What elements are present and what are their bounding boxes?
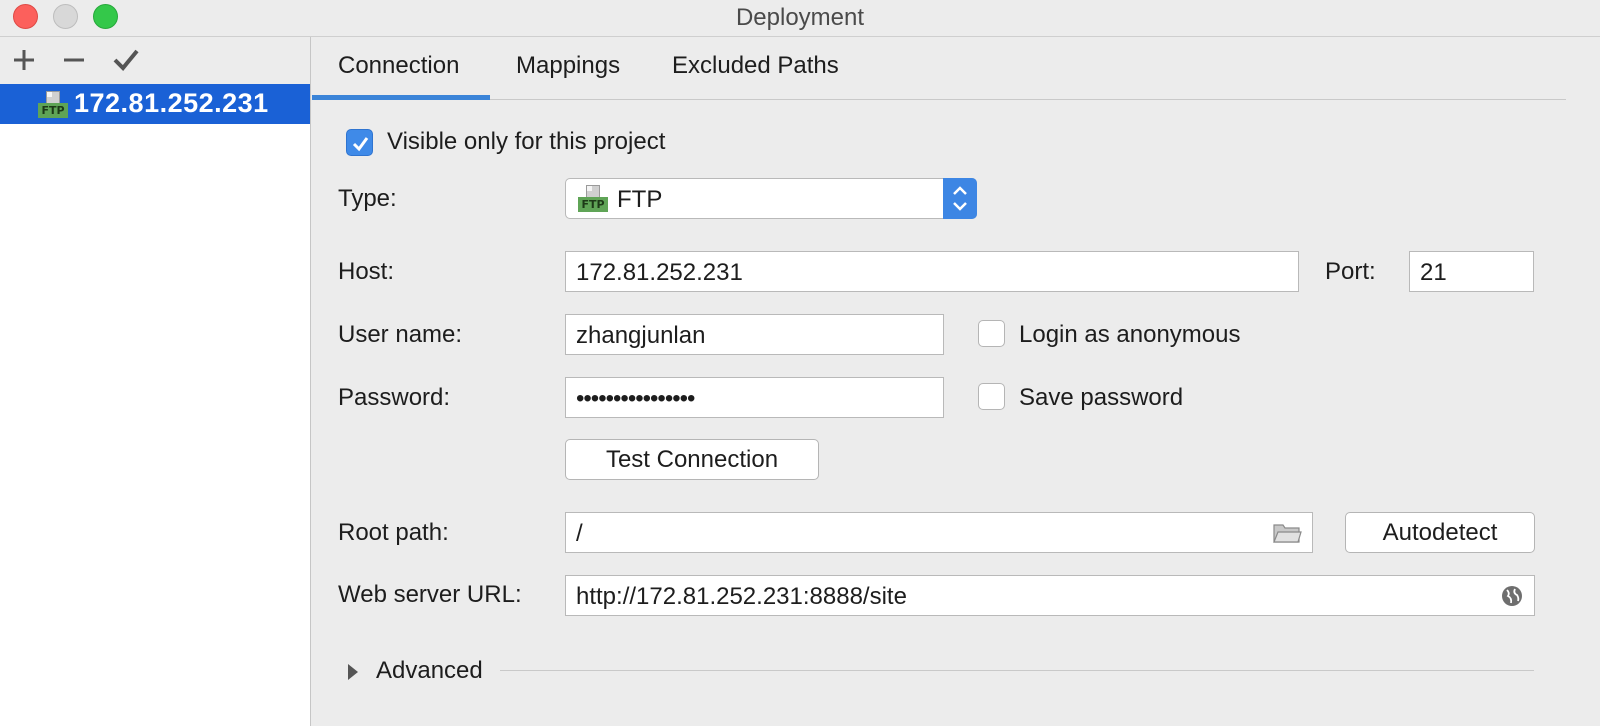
connection-panel: Connection Mappings Excluded Paths Visib… [312,37,1600,726]
port-input[interactable]: 21 [1409,251,1534,292]
server-list-toolbar [0,37,310,84]
folder-icon[interactable] [1272,521,1302,545]
advanced-divider [500,670,1534,671]
globe-icon[interactable] [1500,584,1524,608]
remove-server-button[interactable] [59,45,89,75]
server-name: 172.81.252.231 [74,88,269,118]
tab-bar: Connection Mappings Excluded Paths [312,37,1566,100]
tab-connection[interactable]: Connection [338,52,459,80]
checkmark-icon [113,49,139,71]
visible-only-label: Visible only for this project [387,128,666,155]
server-list-panel: FTP 172.81.252.231 [0,37,311,726]
add-server-button[interactable] [9,45,39,75]
type-label: Type: [338,185,397,212]
host-label: Host: [338,258,395,285]
test-connection-button[interactable]: Test Connection [565,439,819,480]
web-server-url-input[interactable]: http://172.81.252.231:8888/site [565,575,1535,616]
autodetect-button[interactable]: Autodetect [1345,512,1535,553]
window-title: Deployment [735,4,865,31]
save-password-checkbox[interactable] [978,383,1005,410]
set-default-button[interactable] [111,45,141,75]
web-server-url-label: Web server URL: [338,581,522,608]
password-label: Password: [338,384,451,411]
type-select[interactable]: FTP FTP [565,178,977,219]
tab-mappings[interactable]: Mappings [516,52,620,80]
checkmark-icon [352,137,369,152]
active-tab-indicator [312,95,490,100]
select-arrows-icon [943,178,977,219]
root-path-input[interactable]: / [565,512,1313,553]
type-select-value: FTP [617,186,663,213]
host-input[interactable]: 172.81.252.231 [565,251,1299,292]
port-label: Port: [1325,258,1376,285]
username-input[interactable]: zhangjunlan [565,314,944,355]
root-path-value: / [576,520,583,547]
login-anonymous-label: Login as anonymous [1019,321,1241,348]
ftp-server-icon: FTP [38,91,70,119]
web-server-url-value: http://172.81.252.231:8888/site [576,583,907,610]
minus-icon [64,58,84,62]
advanced-label: Advanced [376,657,483,684]
title-bar: Deployment [0,0,1600,37]
save-password-label: Save password [1019,384,1184,411]
plus-icon [14,50,34,70]
password-input[interactable]: •••••••••••••••• [565,377,944,418]
visible-only-checkbox[interactable] [346,129,373,156]
login-anonymous-checkbox[interactable] [978,320,1005,347]
expand-triangle-icon [348,664,358,680]
ftp-type-icon: FTP [578,185,610,213]
root-path-label: Root path: [338,519,449,546]
server-list-item[interactable]: FTP 172.81.252.231 [0,84,310,124]
tab-excluded-paths[interactable]: Excluded Paths [672,52,839,80]
username-label: User name: [338,321,463,348]
